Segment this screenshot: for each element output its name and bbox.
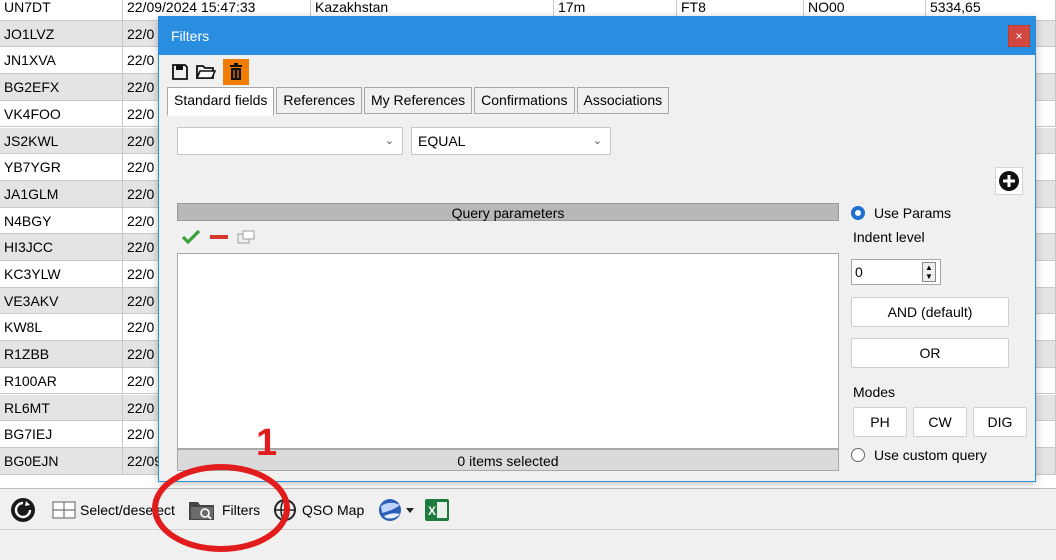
add-parameter-button[interactable]	[995, 167, 1023, 195]
spin-arrows-icon[interactable]: ▲ ▼	[922, 262, 936, 282]
grid-select-icon	[52, 501, 76, 519]
indent-level-label: Indent level	[853, 229, 925, 245]
mode-cw-button[interactable]: CW	[913, 407, 967, 437]
callsign-cell: R100AR	[0, 367, 123, 394]
callsign-cell: N4BGY	[0, 207, 123, 234]
dialog-title: Filters	[171, 28, 210, 44]
qso-map-label: QSO Map	[302, 502, 365, 518]
dialog-icon-bar	[167, 59, 249, 85]
svg-text:X: X	[428, 504, 436, 518]
chevron-down-icon: ⌄	[592, 135, 602, 147]
callsign-cell: BG7IEJ	[0, 421, 123, 447]
google-earth-button[interactable]	[376, 495, 416, 525]
filter-tabs: Standard fields References My References…	[167, 87, 671, 116]
callsign-cell: BG0EJN	[0, 447, 123, 474]
tab-my-references[interactable]: My References	[364, 87, 473, 114]
chevron-down-icon: ⌄	[384, 135, 394, 147]
excel-icon: X	[425, 499, 449, 521]
operator-select[interactable]: EQUAL ⌄	[411, 127, 611, 155]
callsign-cell: RL6MT	[0, 394, 123, 421]
callsign-cell: VK4FOO	[0, 100, 123, 127]
excel-export-button[interactable]: X	[424, 495, 450, 525]
annotation-step-number: 1	[256, 422, 278, 464]
radio-checked-icon	[851, 206, 865, 220]
refresh-icon	[11, 498, 35, 522]
use-custom-query-label: Use custom query	[874, 447, 987, 463]
minus-icon[interactable]	[209, 229, 229, 245]
trash-icon	[230, 63, 242, 80]
callsign-cell: JN1XVA	[0, 47, 123, 74]
callsign-cell: BG2EFX	[0, 74, 123, 100]
indent-level-value: 0	[855, 264, 863, 280]
callsign-cell: JA1GLM	[0, 180, 123, 207]
callsign-cell: YB7YGR	[0, 154, 123, 180]
callsign-cell: UN7DT	[0, 0, 123, 20]
check-icon[interactable]	[181, 229, 201, 245]
status-strip	[0, 530, 1056, 560]
save-icon	[172, 64, 188, 80]
callsign-cell: R1ZBB	[0, 341, 123, 367]
tab-references[interactable]: References	[276, 87, 362, 114]
plus-circle-icon	[999, 171, 1019, 191]
group-icon[interactable]	[237, 229, 257, 245]
save-filter-button[interactable]	[167, 59, 193, 85]
and-default-button[interactable]: AND (default)	[851, 297, 1009, 327]
tab-standard-fields[interactable]: Standard fields	[167, 87, 275, 116]
refresh-button[interactable]	[10, 495, 36, 525]
field-select[interactable]: ⌄	[177, 127, 403, 155]
google-earth-icon	[379, 499, 414, 521]
query-parameters-header: Query parameters	[177, 203, 839, 221]
operator-select-value: EQUAL	[418, 133, 466, 149]
indent-level-spinner[interactable]: 0 ▲ ▼	[851, 259, 941, 285]
callsign-cell: HI3JCC	[0, 234, 123, 260]
open-filter-button[interactable]	[193, 59, 219, 85]
callsign-cell: KW8L	[0, 314, 123, 341]
modes-label: Modes	[853, 384, 896, 400]
mode-ph-button[interactable]: PH	[853, 407, 907, 437]
close-icon: ×	[1015, 29, 1023, 43]
mode-dig-button[interactable]: DIG	[973, 407, 1027, 437]
callsign-cell: JO1LVZ	[0, 20, 123, 47]
filters-dialog: Filters × Standard fields References My …	[158, 16, 1036, 482]
close-button[interactable]: ×	[1008, 25, 1030, 47]
annotation-highlight-ellipse	[152, 464, 290, 552]
folder-open-icon	[196, 65, 216, 79]
tab-associations[interactable]: Associations	[576, 87, 670, 114]
delete-filter-button[interactable]	[223, 59, 249, 85]
use-params-radio[interactable]: Use Params	[851, 202, 951, 224]
callsign-cell: VE3AKV	[0, 287, 123, 314]
dialog-titlebar[interactable]: Filters ×	[159, 17, 1035, 55]
or-button[interactable]: OR	[851, 338, 1009, 368]
query-parameter-tools	[181, 227, 257, 247]
radio-unchecked-icon	[851, 448, 865, 462]
use-params-label: Use Params	[874, 205, 952, 221]
query-parameters-list[interactable]	[177, 253, 839, 449]
use-custom-query-radio[interactable]: Use custom query	[851, 444, 987, 466]
callsign-cell: JS2KWL	[0, 127, 123, 154]
callsign-cell: KC3YLW	[0, 261, 123, 287]
tab-confirmations[interactable]: Confirmations	[474, 87, 575, 114]
